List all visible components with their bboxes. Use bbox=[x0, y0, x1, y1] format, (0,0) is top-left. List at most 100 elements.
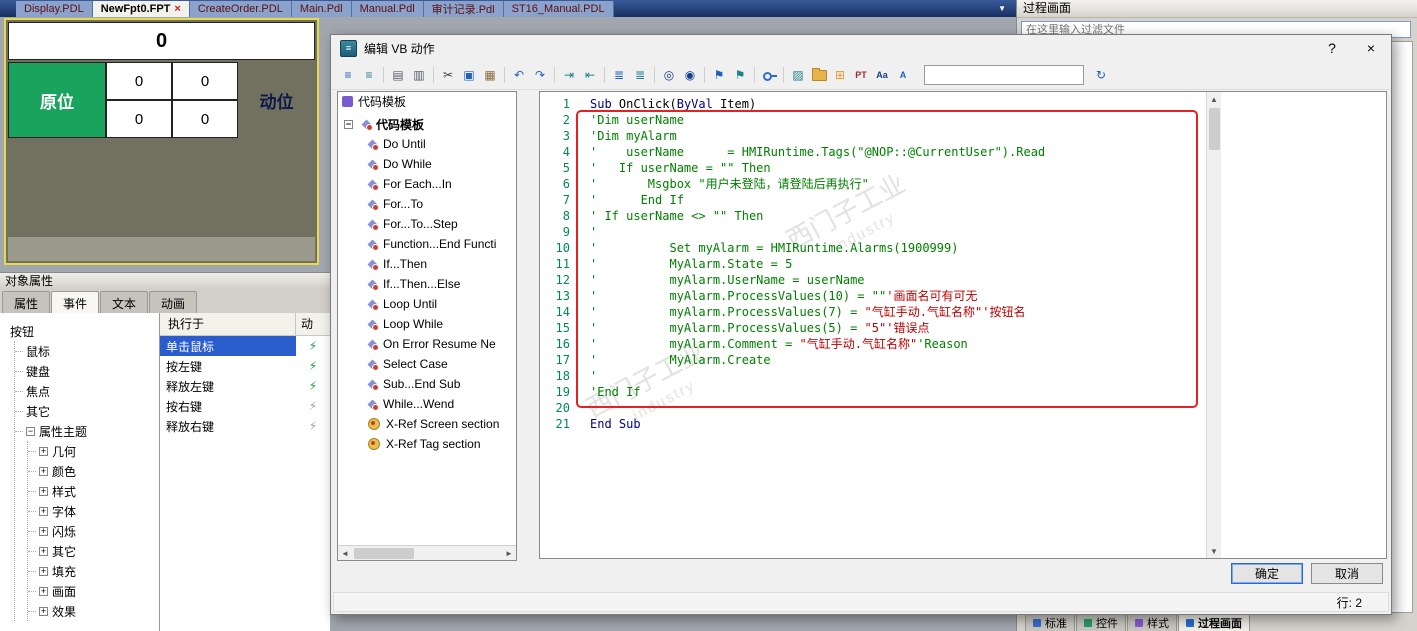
tab-overflow-dropdown-icon[interactable]: ▼ bbox=[998, 4, 1006, 13]
package-icon[interactable]: ⊞ bbox=[830, 65, 850, 85]
expand-icon[interactable]: + bbox=[39, 506, 48, 516]
expand-icon[interactable]: + bbox=[39, 526, 48, 536]
panel-tab-样式[interactable]: 样式 bbox=[1127, 614, 1177, 631]
tree-subnode[interactable]: + 画面 bbox=[28, 581, 159, 601]
template-item[interactable]: If...Then...Else bbox=[338, 274, 516, 294]
panel-tab-过程画面[interactable]: 过程画面 bbox=[1178, 614, 1250, 631]
tree-group-node[interactable]: − 属性主题 bbox=[15, 421, 159, 441]
properties-tab-属性[interactable]: 属性 bbox=[2, 291, 51, 313]
tree-subnode[interactable]: + 几何 bbox=[28, 441, 159, 461]
pt-icon[interactable]: PT bbox=[851, 65, 871, 85]
vb-code-editor[interactable]: 西门子工业 industry 西门子工业 industry 1 Sub OnCli… bbox=[539, 91, 1387, 559]
panel-tab-控件[interactable]: 控件 bbox=[1076, 614, 1126, 631]
ok-button[interactable]: 确定 bbox=[1231, 563, 1303, 584]
indent-right-icon[interactable]: ⇥ bbox=[559, 65, 579, 85]
collapse-icon[interactable]: − bbox=[26, 426, 35, 436]
close-button[interactable]: × bbox=[1355, 37, 1387, 59]
comment-block-icon[interactable]: ≣ bbox=[609, 65, 629, 85]
template-item[interactable]: For...To...Step bbox=[338, 214, 516, 234]
list-icon[interactable]: ≡ bbox=[359, 65, 379, 85]
document-tab[interactable]: 审计记录.Pdl bbox=[423, 1, 504, 17]
template-item[interactable]: Do While bbox=[338, 154, 516, 174]
indent-left-icon[interactable]: ⇤ bbox=[580, 65, 600, 85]
properties-tab-文本[interactable]: 文本 bbox=[100, 291, 149, 313]
expand-icon[interactable]: + bbox=[39, 466, 48, 476]
tab-close-icon[interactable]: × bbox=[174, 3, 180, 15]
scroll-up-icon[interactable]: ▲ bbox=[1207, 92, 1221, 106]
redo-icon[interactable]: ↷ bbox=[530, 65, 550, 85]
print-preview-icon[interactable]: ▥ bbox=[409, 65, 429, 85]
tree-subnode[interactable]: + 闪烁 bbox=[28, 521, 159, 541]
print-icon[interactable]: ▤ bbox=[388, 65, 408, 85]
template-xref-item[interactable]: X-Ref Screen section bbox=[338, 414, 516, 434]
template-item[interactable]: Do Until bbox=[338, 134, 516, 154]
find-icon[interactable]: ◎ bbox=[659, 65, 679, 85]
tree-node-root[interactable]: 按钮 bbox=[0, 321, 159, 341]
template-item[interactable]: For...To bbox=[338, 194, 516, 214]
expand-icon[interactable]: + bbox=[39, 486, 48, 496]
document-tab[interactable]: ST16_Manual.PDL bbox=[503, 1, 614, 17]
tree-node[interactable]: 焦点 bbox=[15, 381, 159, 401]
template-item[interactable]: If...Then bbox=[338, 254, 516, 274]
uncomment-block-icon[interactable]: ≣ bbox=[630, 65, 650, 85]
properties-tab-事件[interactable]: 事件 bbox=[51, 291, 100, 313]
template-item[interactable]: While...Wend bbox=[338, 394, 516, 414]
scroll-right-icon[interactable]: ► bbox=[502, 546, 516, 560]
folder-icon[interactable] bbox=[809, 65, 829, 85]
help-button[interactable]: ? bbox=[1316, 37, 1348, 59]
collapse-icon[interactable]: − bbox=[344, 119, 353, 129]
event-row[interactable]: 单击鼠标 ⚡ bbox=[160, 336, 330, 356]
template-item[interactable]: Loop While bbox=[338, 314, 516, 334]
template-item[interactable]: On Error Resume Ne bbox=[338, 334, 516, 354]
template-item[interactable]: Sub...End Sub bbox=[338, 374, 516, 394]
template-item[interactable]: Function...End Functi bbox=[338, 234, 516, 254]
document-tab[interactable]: NewFpt0.FPT × bbox=[92, 1, 190, 17]
event-row[interactable]: 按左键 ⚡ bbox=[160, 356, 330, 376]
toolbar-combobox[interactable] bbox=[924, 65, 1084, 85]
tree-subnode[interactable]: + 填充 bbox=[28, 561, 159, 581]
expand-icon[interactable]: + bbox=[39, 546, 48, 556]
editor-vscrollbar[interactable]: ▲ ▼ bbox=[1206, 92, 1221, 558]
template-xref-item[interactable]: X-Ref Tag section bbox=[338, 434, 516, 454]
expand-icon[interactable]: + bbox=[39, 586, 48, 596]
copy-icon[interactable]: ▣ bbox=[459, 65, 479, 85]
template-item[interactable]: Select Case bbox=[338, 354, 516, 374]
properties-tab-动画[interactable]: 动画 bbox=[149, 291, 198, 313]
template-item[interactable]: Loop Until bbox=[338, 294, 516, 314]
document-tab[interactable]: Display.PDL bbox=[16, 1, 93, 17]
document-tab[interactable]: Manual.Pdl bbox=[351, 1, 424, 17]
event-row[interactable]: 释放右键 ⚡ bbox=[160, 416, 330, 436]
templates-root-node[interactable]: − 代码模板 bbox=[338, 114, 516, 134]
tree-subnode[interactable]: + 其它 bbox=[28, 541, 159, 561]
tree-subnode[interactable]: + 效果 bbox=[28, 601, 159, 621]
panel-tab-标准[interactable]: 标准 bbox=[1025, 614, 1075, 631]
vscroll-thumb[interactable] bbox=[1208, 108, 1220, 150]
bookmark-icon[interactable]: ⚑ bbox=[709, 65, 729, 85]
export-icon[interactable]: ▨ bbox=[788, 65, 808, 85]
tree-subnode[interactable]: + 样式 bbox=[28, 481, 159, 501]
tree-subnode[interactable]: + 字体 bbox=[28, 501, 159, 521]
find-next-icon[interactable]: ◉ bbox=[680, 65, 700, 85]
document-tab[interactable]: Main.Pdl bbox=[291, 1, 352, 17]
paste-icon[interactable]: ▦ bbox=[480, 65, 500, 85]
undo-icon[interactable]: ↶ bbox=[509, 65, 529, 85]
tree-node[interactable]: 其它 bbox=[15, 401, 159, 421]
expand-icon[interactable]: + bbox=[39, 566, 48, 576]
tree-subnode[interactable]: + 颜色 bbox=[28, 461, 159, 481]
event-row[interactable]: 按右键 ⚡ bbox=[160, 396, 330, 416]
hscroll-thumb[interactable] bbox=[354, 547, 414, 559]
charmap-icon[interactable]: A bbox=[893, 65, 913, 85]
cut-icon[interactable]: ✂ bbox=[438, 65, 458, 85]
expand-icon[interactable]: + bbox=[39, 606, 48, 616]
event-row[interactable]: 释放左键 ⚡ bbox=[160, 376, 330, 396]
bookmark-next-icon[interactable]: ⚑ bbox=[730, 65, 750, 85]
refresh-icon[interactable]: ↻ bbox=[1091, 65, 1111, 85]
document-tab[interactable]: CreateOrder.PDL bbox=[189, 1, 292, 17]
template-item[interactable]: For Each...In bbox=[338, 174, 516, 194]
font-case-icon[interactable]: Aa bbox=[872, 65, 892, 85]
cancel-button[interactable]: 取消 bbox=[1311, 563, 1383, 584]
screen-editor-canvas[interactable]: 0 原位 0000 动位 bbox=[4, 18, 319, 265]
tree-node[interactable]: 鼠标 bbox=[15, 341, 159, 361]
scroll-down-icon[interactable]: ▼ bbox=[1207, 544, 1221, 558]
expand-icon[interactable]: + bbox=[39, 446, 48, 456]
